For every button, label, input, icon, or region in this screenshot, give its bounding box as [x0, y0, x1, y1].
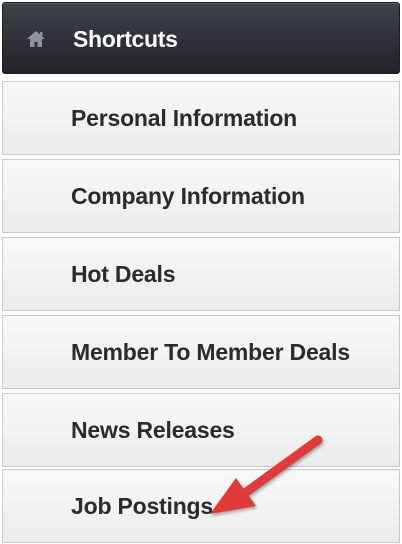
shortcuts-header[interactable]: Shortcuts	[2, 2, 400, 74]
menu-item-label: News Releases	[71, 417, 235, 443]
menu-item-news-releases[interactable]: News Releases	[2, 393, 400, 467]
menu-item-label: Company Information	[71, 183, 305, 209]
menu-item-personal-information[interactable]: Personal Information	[2, 81, 400, 155]
menu-item-hot-deals[interactable]: Hot Deals	[2, 237, 400, 311]
menu-item-member-to-member-deals[interactable]: Member To Member Deals	[2, 315, 400, 389]
menu-item-job-postings[interactable]: Job Postings	[2, 469, 400, 543]
menu-item-company-information[interactable]: Company Information	[2, 159, 400, 233]
menu-item-label: Personal Information	[71, 105, 298, 131]
shortcuts-title: Shortcuts	[73, 26, 178, 52]
menu-item-label: Hot Deals	[71, 261, 176, 287]
menu-item-label: Job Postings	[71, 493, 214, 519]
home-icon	[26, 29, 46, 49]
menu-item-label: Member To Member Deals	[71, 339, 350, 365]
